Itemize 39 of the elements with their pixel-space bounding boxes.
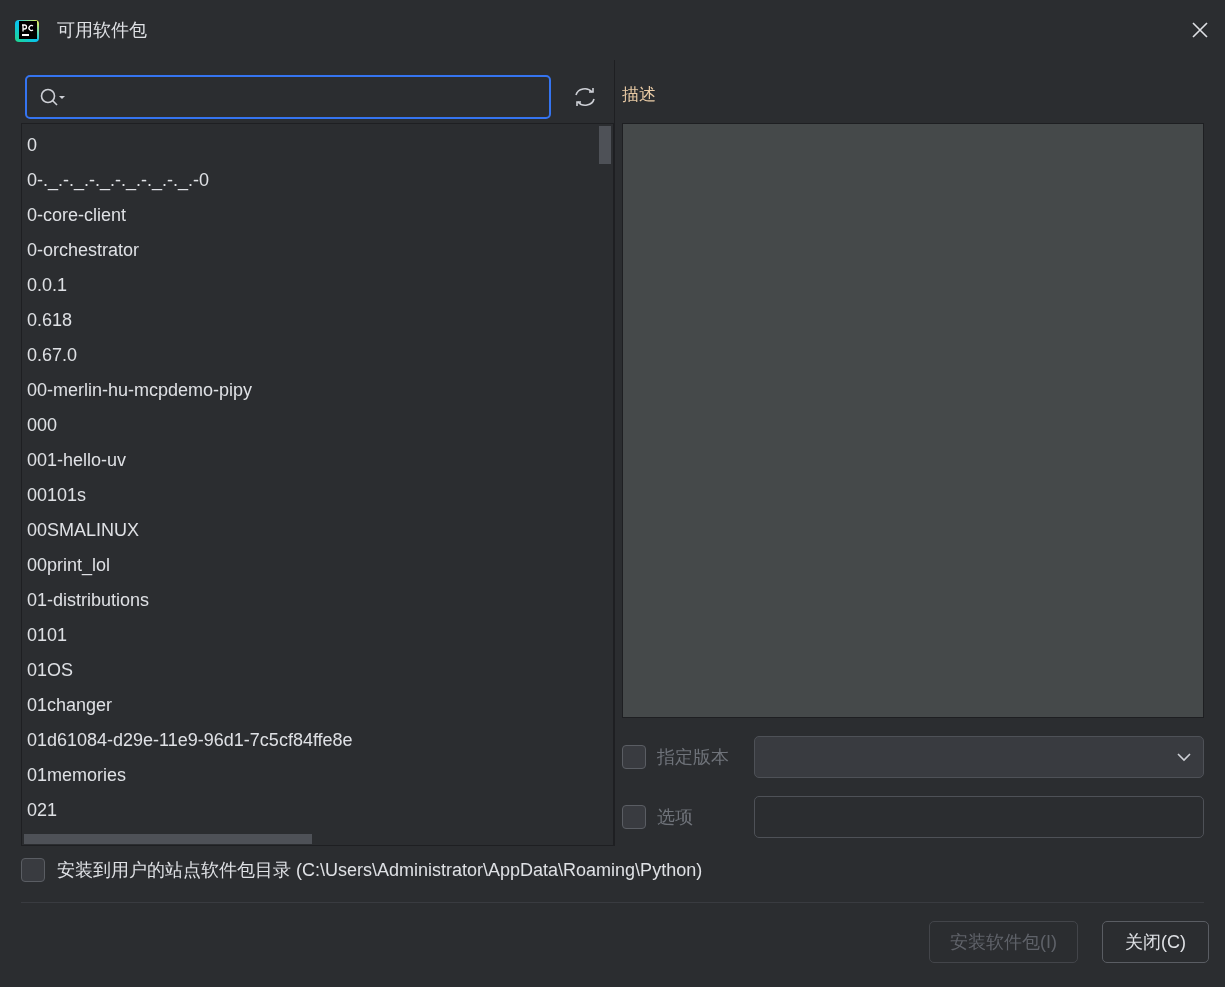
app-logo-icon bbox=[14, 17, 40, 43]
search-field[interactable] bbox=[25, 74, 551, 119]
horizontal-scrollbar-thumb[interactable] bbox=[24, 834, 312, 844]
package-name[interactable]: 0-orchestrator bbox=[27, 237, 140, 264]
package-name[interactable]: 00SMALINUX bbox=[27, 517, 140, 544]
dialog-button[interactable]: 关闭(C) bbox=[1102, 921, 1209, 963]
package-name[interactable]: 0-core-client bbox=[27, 202, 127, 229]
package-name[interactable]: 0.618 bbox=[27, 307, 73, 334]
package-name[interactable]: 0.67.0 bbox=[27, 342, 78, 369]
options-input-field[interactable] bbox=[754, 796, 1204, 838]
checkbox[interactable] bbox=[21, 858, 45, 882]
package-name[interactable]: 01-distributions bbox=[27, 587, 150, 614]
scrollbar-thumb[interactable] bbox=[599, 126, 611, 164]
package-name[interactable]: 01OS bbox=[27, 657, 74, 684]
package-name[interactable]: 00101s bbox=[27, 482, 87, 509]
package-name[interactable]: 0-._.-._.-._.-._.-._.-._.-0 bbox=[27, 167, 210, 194]
package-name[interactable]: 000 bbox=[27, 412, 58, 439]
checkbox-label: 安装到用户的站点软件包目录 (C:\Users\Administrator\AppData\Roaming\Python) bbox=[57, 858, 703, 882]
refresh-icon[interactable] bbox=[572, 85, 598, 108]
package-name[interactable]: 01d61084-d29e-11e9-96d1-7c5cf84ffe8e bbox=[27, 727, 353, 754]
package-name[interactable]: 00-merlin-hu-mcpdemo-pipy bbox=[27, 377, 253, 404]
close-icon[interactable] bbox=[1191, 21, 1209, 39]
window-title: 可用软件包 bbox=[57, 18, 147, 42]
package-name[interactable]: 001-hello-uv bbox=[27, 447, 127, 474]
version-dropdown[interactable] bbox=[754, 736, 1204, 778]
package-name[interactable]: 00print_lol bbox=[27, 552, 111, 579]
package-name[interactable]: 021 bbox=[27, 797, 58, 824]
chevron-down-icon bbox=[1177, 752, 1191, 762]
search-icon bbox=[39, 86, 67, 107]
package-name[interactable]: 01memories bbox=[27, 762, 127, 789]
checkbox[interactable] bbox=[622, 745, 646, 769]
package-name[interactable]: 0.0.1 bbox=[27, 272, 68, 299]
package-name[interactable]: 0101 bbox=[27, 622, 68, 649]
package-name[interactable]: 0 bbox=[27, 132, 37, 159]
option-label: 指定版本 bbox=[657, 745, 730, 769]
package-name[interactable]: 01changer bbox=[27, 692, 113, 719]
checkbox[interactable] bbox=[622, 805, 646, 829]
description-label: 描述 bbox=[622, 83, 656, 106]
option-label: 选项 bbox=[657, 805, 694, 829]
